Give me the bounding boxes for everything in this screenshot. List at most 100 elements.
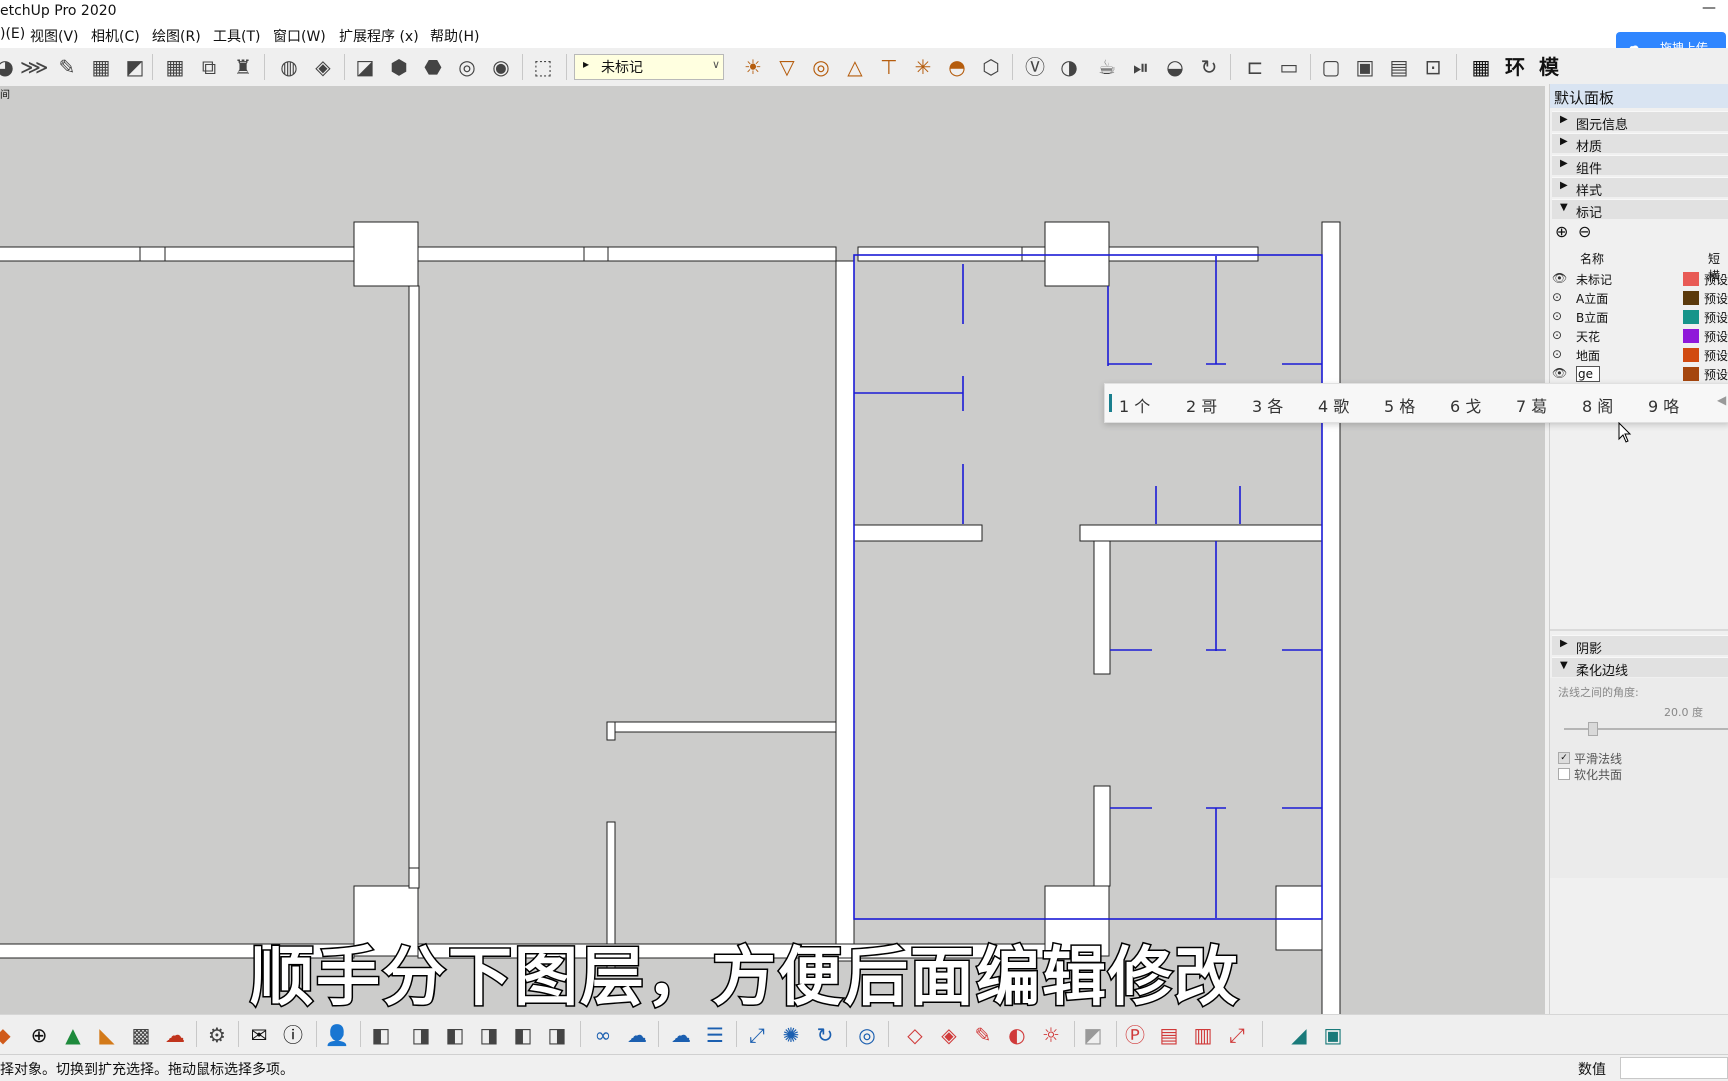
- menu-extensions[interactable]: 扩展程序 (x): [339, 26, 419, 46]
- box-icon[interactable]: ⬡: [978, 54, 1004, 80]
- cloud-link-icon[interactable]: ☁: [624, 1022, 650, 1048]
- style-icon[interactable]: ◪: [352, 54, 378, 80]
- tag-color-swatch[interactable]: [1683, 272, 1699, 286]
- add-icon[interactable]: ⊕: [26, 1022, 52, 1048]
- push-pull-icon[interactable]: ◩: [122, 54, 148, 80]
- layer-tool-icon[interactable]: ◧: [442, 1022, 468, 1048]
- extension-icon[interactable]: ◆: [0, 1022, 16, 1048]
- dialog-icon[interactable]: ▣: [1352, 54, 1378, 80]
- extension-warehouse-icon[interactable]: ◣: [94, 1022, 120, 1048]
- mail-icon[interactable]: ✉: [246, 1022, 272, 1048]
- interactive-render-icon[interactable]: ◒: [1162, 54, 1188, 80]
- checker-icon[interactable]: ▩: [128, 1022, 154, 1048]
- section-entity-info[interactable]: ▶ 图元信息: [1552, 111, 1728, 133]
- cube-icon[interactable]: ⬢: [386, 54, 412, 80]
- teapot-icon[interactable]: ☕: [1094, 54, 1120, 80]
- env-button[interactable]: 环: [1502, 54, 1528, 80]
- spark-icon[interactable]: ✳: [910, 54, 936, 80]
- tag-color-swatch[interactable]: [1683, 348, 1699, 362]
- network-icon[interactable]: ✺: [778, 1022, 804, 1048]
- link-icon[interactable]: ∞: [590, 1022, 616, 1048]
- layer-tool-icon[interactable]: ◨: [544, 1022, 570, 1048]
- user-icon[interactable]: 👤: [324, 1022, 350, 1048]
- section-materials[interactable]: ▶ 材质: [1552, 133, 1728, 155]
- add-tag-icon[interactable]: ⊕: [1555, 222, 1568, 241]
- copy-icon[interactable]: ⧉: [196, 54, 222, 80]
- smooth-normals-checkbox[interactable]: ✓: [1558, 752, 1570, 764]
- tag-name-input[interactable]: ge: [1576, 366, 1600, 382]
- section-icon[interactable]: ▦: [88, 54, 114, 80]
- menu-help[interactable]: 帮助(H): [430, 26, 479, 46]
- menu-tools[interactable]: 工具(T): [213, 26, 260, 46]
- ime-candidate[interactable]: 6 戈: [1450, 393, 1481, 417]
- fullscreen-icon[interactable]: ⤢: [1224, 1022, 1250, 1048]
- ime-prev-icon[interactable]: ◀: [1717, 393, 1726, 407]
- model-button[interactable]: 模: [1536, 54, 1562, 80]
- chevron-down-icon[interactable]: ∨: [712, 58, 720, 71]
- section-styles[interactable]: ▶ 样式: [1552, 177, 1728, 199]
- measurements-input[interactable]: [1620, 1057, 1728, 1079]
- eye-hidden-icon[interactable]: ⊙: [1552, 328, 1562, 342]
- ph-icon[interactable]: Ⓟ: [1122, 1022, 1148, 1048]
- disabled-tool-icon[interactable]: ◩: [1080, 1022, 1106, 1048]
- warehouse-icon[interactable]: ▲: [60, 1022, 86, 1048]
- sandbox-icon[interactable]: ⋙: [20, 54, 48, 80]
- angle-slider-thumb[interactable]: [1588, 722, 1598, 736]
- eye-hidden-icon[interactable]: ⊙: [1552, 290, 1562, 304]
- cube-solid-icon[interactable]: ⬣: [420, 54, 446, 80]
- eye-icon[interactable]: 👁: [1552, 271, 1567, 285]
- soften-coplanar-checkbox[interactable]: [1558, 768, 1570, 780]
- bulb-icon[interactable]: ☼: [1038, 1022, 1064, 1048]
- tag-color-swatch[interactable]: [1683, 329, 1699, 343]
- document-icon[interactable]: ▤: [1156, 1022, 1182, 1048]
- monochrome-icon[interactable]: ◉: [488, 54, 514, 80]
- section-soften-edges[interactable]: ▼ 柔化边线: [1552, 657, 1728, 679]
- select-box-icon[interactable]: ⬚: [530, 54, 556, 80]
- texture-icon[interactable]: ◎: [454, 54, 480, 80]
- tag-color-swatch[interactable]: [1683, 310, 1699, 324]
- expand-box-icon[interactable]: ⤢: [744, 1022, 770, 1048]
- ime-candidate[interactable]: 8 阁: [1582, 393, 1613, 417]
- remove-tag-icon[interactable]: ⊖: [1578, 222, 1591, 241]
- dome-icon[interactable]: ◓: [944, 54, 970, 80]
- menu-edit[interactable]: )(E): [0, 26, 25, 42]
- settings-window-icon[interactable]: ▭: [1276, 54, 1302, 80]
- eraser-icon[interactable]: ✎: [54, 54, 80, 80]
- palette-icon[interactable]: ◑: [1056, 54, 1082, 80]
- ime-candidate[interactable]: 2 哥: [1186, 393, 1217, 417]
- tag-row[interactable]: 👁 未标记 预设: [1550, 270, 1728, 288]
- palette-red-icon[interactable]: ◐: [1004, 1022, 1030, 1048]
- tag-row[interactable]: ⊙ B立面 预设: [1550, 308, 1728, 326]
- lock-icon[interactable]: ⊡: [1420, 54, 1446, 80]
- layer-tool-icon[interactable]: ◨: [408, 1022, 434, 1048]
- circle-tool-icon[interactable]: ◎: [808, 54, 834, 80]
- ime-candidate[interactable]: 1 个: [1119, 393, 1150, 417]
- tag-row[interactable]: 👁 ge 预设: [1550, 365, 1728, 383]
- ens-icon[interactable]: ▣: [1320, 1022, 1346, 1048]
- person-tool-icon[interactable]: ♜: [230, 54, 256, 80]
- grid-icon[interactable]: ▦: [162, 54, 188, 80]
- sync-icon[interactable]: ↻: [812, 1022, 838, 1048]
- tag-row[interactable]: ⊙ A立面 预设: [1550, 289, 1728, 307]
- settings-icon[interactable]: ⚙: [204, 1022, 230, 1048]
- layer-tool-icon[interactable]: ◧: [510, 1022, 536, 1048]
- image-icon[interactable]: ▤: [1386, 54, 1412, 80]
- cloud-upload-icon[interactable]: ☁: [162, 1022, 188, 1048]
- document-edit-icon[interactable]: ▥: [1190, 1022, 1216, 1048]
- paint-icon[interactable]: ✎: [970, 1022, 996, 1048]
- layer-tool-icon[interactable]: ◧: [368, 1022, 394, 1048]
- vray-icon[interactable]: Ⓥ: [1022, 54, 1048, 80]
- ime-candidate[interactable]: 9 咯: [1648, 393, 1679, 417]
- eye-icon[interactable]: 👁: [1552, 366, 1567, 380]
- section-tags[interactable]: ▼ 标记: [1552, 199, 1728, 221]
- component-icon[interactable]: ◈: [310, 54, 336, 80]
- cloud-list-icon[interactable]: ☰: [702, 1022, 728, 1048]
- model-viewport[interactable]: 间: [0, 86, 1545, 1014]
- gem-icon[interactable]: ◇: [902, 1022, 928, 1048]
- orbit-icon[interactable]: ◕: [0, 54, 18, 80]
- cone-icon[interactable]: △: [842, 54, 868, 80]
- ime-candidate[interactable]: 7 葛: [1516, 393, 1547, 417]
- eye-hidden-icon[interactable]: ⊙: [1552, 309, 1562, 323]
- tag-color-swatch[interactable]: [1683, 367, 1699, 381]
- info-icon[interactable]: ⓘ: [280, 1022, 306, 1048]
